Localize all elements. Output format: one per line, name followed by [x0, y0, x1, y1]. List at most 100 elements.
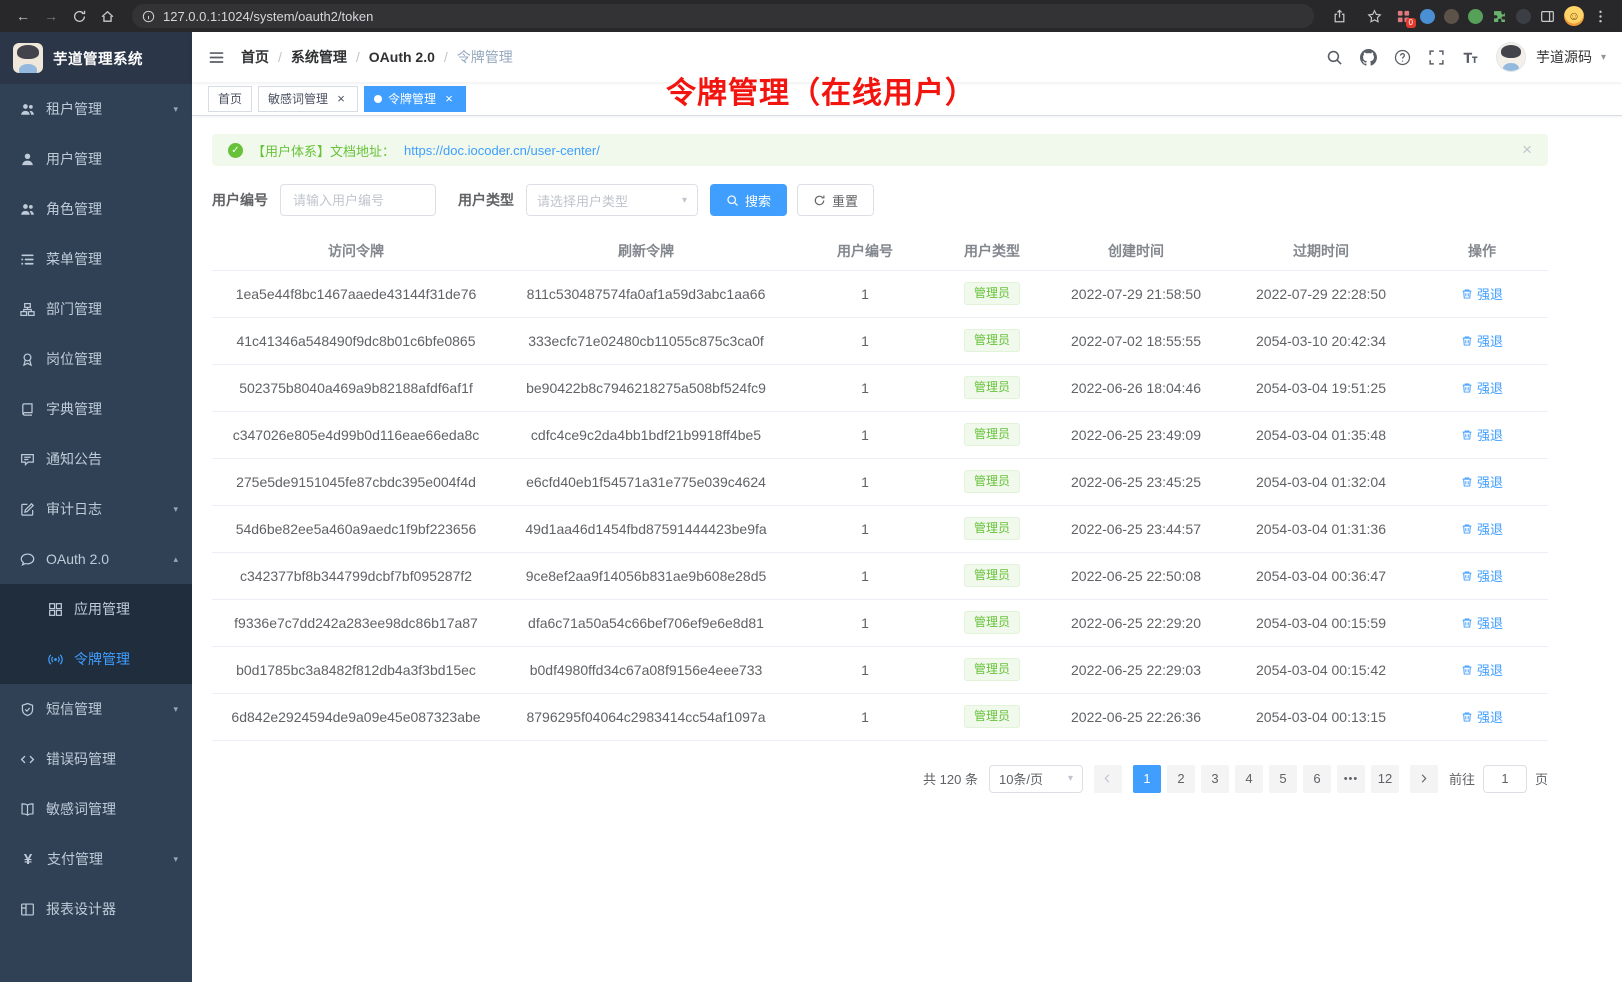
- user-icon: [20, 152, 35, 167]
- extension-icon[interactable]: [1444, 9, 1459, 24]
- bookmark-star-icon[interactable]: [1361, 3, 1387, 29]
- back-icon[interactable]: ←: [10, 3, 36, 29]
- user-avatar[interactable]: [1496, 42, 1526, 72]
- chevron-down-icon[interactable]: ▾: [1601, 52, 1606, 63]
- app-logo[interactable]: 芋道管理系统: [0, 32, 192, 84]
- force-logout-button[interactable]: 强退: [1461, 425, 1503, 444]
- refresh-token-cell: 333ecfc71e02480cb11055c875c3ca0f: [500, 317, 792, 364]
- font-size-icon[interactable]: [1462, 49, 1479, 66]
- refresh-token-cell: be90422b8c7946218275a508bf524fc9: [500, 364, 792, 411]
- force-logout-button[interactable]: 强退: [1461, 519, 1503, 538]
- sidebar-item-notice[interactable]: 通知公告: [0, 434, 192, 484]
- sidebar-item-error-code[interactable]: 错误码管理: [0, 734, 192, 784]
- force-logout-button[interactable]: 强退: [1461, 566, 1503, 585]
- alert-close-icon[interactable]: ×: [1522, 140, 1532, 160]
- extension-icon[interactable]: [1468, 9, 1483, 24]
- extension-icon[interactable]: [1420, 9, 1435, 24]
- force-logout-button[interactable]: 强退: [1461, 284, 1503, 303]
- url-bar[interactable]: 127.0.0.1:1024/system/oauth2/token: [132, 4, 1314, 28]
- sidebar-item-oauth2-token[interactable]: 令牌管理: [0, 634, 192, 684]
- sidebar-item-dept[interactable]: 部门管理: [0, 284, 192, 334]
- user-type-cell: 管理员: [938, 599, 1046, 646]
- breadcrumb-item[interactable]: 首页: [241, 47, 269, 67]
- user-id-input[interactable]: [280, 184, 436, 216]
- page-button-1[interactable]: 1: [1133, 765, 1161, 793]
- doc-link[interactable]: https://doc.iocoder.cn/user-center/: [404, 143, 600, 158]
- fullscreen-icon[interactable]: [1428, 49, 1445, 66]
- sidebar-toggle-icon[interactable]: [1540, 9, 1555, 24]
- user-type-label: 用户类型: [458, 190, 514, 210]
- extension-icon[interactable]: [1516, 9, 1531, 24]
- hamburger-icon[interactable]: [208, 49, 225, 66]
- sidebar-item-sensitive-word[interactable]: 敏感词管理: [0, 784, 192, 834]
- tab-sensitive-word[interactable]: 敏感词管理×: [258, 86, 358, 112]
- submenu-oauth2: 应用管理令牌管理: [0, 584, 192, 684]
- force-logout-button[interactable]: 强退: [1461, 660, 1503, 679]
- page-button-6[interactable]: 6: [1303, 765, 1331, 793]
- force-logout-button[interactable]: 强退: [1461, 472, 1503, 491]
- table-row: f9336e7c7dd242a283ee98dc86b17a87dfa6c71a…: [212, 599, 1548, 646]
- tab-close-icon[interactable]: ×: [442, 92, 456, 106]
- page-button-4[interactable]: 4: [1235, 765, 1263, 793]
- refresh-icon: [813, 194, 826, 207]
- tab-token[interactable]: 令牌管理×: [364, 86, 466, 112]
- sidebar-item-dict[interactable]: 字典管理: [0, 384, 192, 434]
- share-icon[interactable]: [1326, 3, 1352, 29]
- reload-icon[interactable]: [66, 3, 92, 29]
- page-button-12[interactable]: 12: [1371, 765, 1399, 793]
- user-id-cell: 1: [792, 693, 938, 740]
- user-type-select[interactable]: 请选择用户类型 ▾: [526, 184, 698, 216]
- home-icon[interactable]: [94, 3, 120, 29]
- page-button-2[interactable]: 2: [1167, 765, 1195, 793]
- expire-time-cell: 2054-03-04 01:31:36: [1226, 505, 1416, 552]
- extension-grid-icon[interactable]: 0: [1396, 9, 1411, 24]
- sidebar-item-pay[interactable]: ¥支付管理▾: [0, 834, 192, 884]
- sidebar-item-role[interactable]: 角色管理: [0, 184, 192, 234]
- trash-icon: [1461, 570, 1473, 582]
- username[interactable]: 芋道源码: [1536, 47, 1592, 67]
- tab-home[interactable]: 首页: [208, 86, 252, 112]
- page-size-select[interactable]: 10条/页 ▾: [989, 765, 1083, 793]
- breadcrumb-item[interactable]: 系统管理: [291, 47, 347, 67]
- next-page-button[interactable]: [1410, 765, 1438, 793]
- goto-page-input[interactable]: [1483, 765, 1527, 793]
- extensions-puzzle-icon[interactable]: [1492, 9, 1507, 24]
- search-icon[interactable]: [1326, 49, 1343, 66]
- info-icon[interactable]: [142, 10, 155, 23]
- sidebar-item-user[interactable]: 用户管理: [0, 134, 192, 184]
- extension-badge: 0: [1406, 18, 1416, 28]
- refresh-token-cell: e6cfd40eb1f54571a31e775e039c4624: [500, 458, 792, 505]
- force-logout-button[interactable]: 强退: [1461, 331, 1503, 350]
- sidebar-item-post[interactable]: 岗位管理: [0, 334, 192, 384]
- sidebar-item-audit-log[interactable]: 审计日志▾: [0, 484, 192, 534]
- forward-icon[interactable]: →: [38, 3, 64, 29]
- tab-close-icon[interactable]: ×: [334, 92, 348, 106]
- reset-button[interactable]: 重置: [797, 184, 874, 216]
- user-type-cell: 管理员: [938, 411, 1046, 458]
- force-logout-button[interactable]: 强退: [1461, 378, 1503, 397]
- action-cell: 强退: [1416, 411, 1548, 458]
- force-logout-button[interactable]: 强退: [1461, 613, 1503, 632]
- sidebar-item-menu[interactable]: 菜单管理: [0, 234, 192, 284]
- sidebar-item-report-designer[interactable]: 报表设计器: [0, 884, 192, 934]
- page-button-3[interactable]: 3: [1201, 765, 1229, 793]
- breadcrumb-item[interactable]: OAuth 2.0: [369, 49, 435, 65]
- sidebar-item-oauth2-app[interactable]: 应用管理: [0, 584, 192, 634]
- browser-profile-avatar[interactable]: ☺: [1564, 6, 1584, 26]
- sidebar-item-sms[interactable]: 短信管理▾: [0, 684, 192, 734]
- app-icon: [48, 602, 63, 617]
- page-more-button[interactable]: •••: [1337, 765, 1365, 793]
- github-icon[interactable]: [1360, 49, 1377, 66]
- expire-time-cell: 2054-03-04 00:13:15: [1226, 693, 1416, 740]
- sidebar: 芋道管理系统 租户管理▾用户管理角色管理菜单管理部门管理岗位管理字典管理通知公告…: [0, 32, 192, 982]
- force-logout-button[interactable]: 强退: [1461, 707, 1503, 726]
- help-icon[interactable]: [1394, 49, 1411, 66]
- sidebar-item-oauth2[interactable]: OAuth 2.0▴: [0, 534, 192, 584]
- page-button-5[interactable]: 5: [1269, 765, 1297, 793]
- sidebar-item-tenant[interactable]: 租户管理▾: [0, 84, 192, 134]
- browser-menu-icon[interactable]: [1593, 9, 1608, 24]
- user-id-cell: 1: [792, 411, 938, 458]
- access-token-cell: 41c41346a548490f9dc8b01c6bfe0865: [212, 317, 500, 364]
- prev-page-button[interactable]: [1094, 765, 1122, 793]
- search-button[interactable]: 搜索: [710, 184, 787, 216]
